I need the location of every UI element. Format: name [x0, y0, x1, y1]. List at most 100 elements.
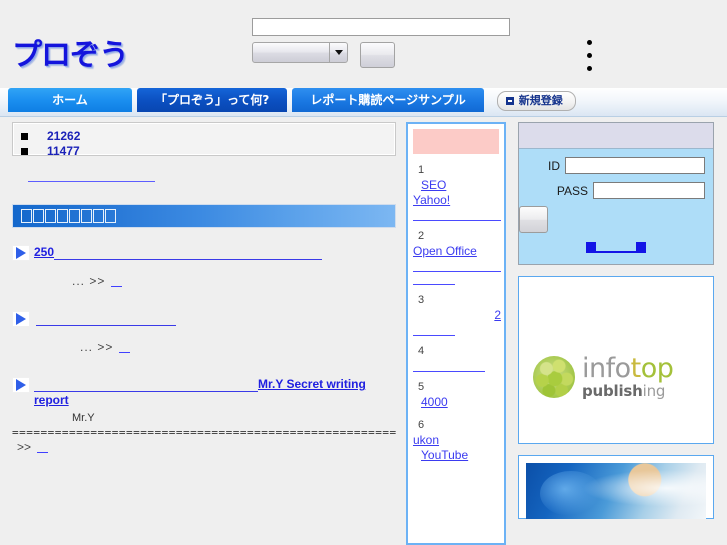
- section-heading-label: [21, 209, 116, 223]
- site-logo: プロぞう: [12, 38, 129, 73]
- signup-button[interactable]: 新規登録: [496, 91, 576, 111]
- report-more: ... >>: [12, 274, 396, 288]
- login-submit-wrap: [519, 206, 713, 233]
- ranking-link-6a[interactable]: ukon: [413, 433, 499, 448]
- login-box: ID PASS: [518, 122, 714, 265]
- stats-box: 21262 11477: [12, 122, 396, 159]
- ranking-link-1b[interactable]: Yahoo!: [413, 193, 499, 208]
- stats-value-1[interactable]: 21262: [47, 129, 80, 143]
- ranking-item: 3 2: [413, 294, 501, 336]
- ranking-number: 1: [418, 164, 425, 176]
- report-more: >>: [12, 440, 396, 454]
- ranking-number: 2: [418, 230, 425, 242]
- stats-item: 21262: [19, 129, 389, 144]
- report-more-link-1[interactable]: [111, 276, 123, 288]
- ranking-link-5a[interactable]: 4000: [413, 395, 499, 410]
- stats-item: 11477: [19, 144, 389, 159]
- report-more-text-3: >>: [17, 440, 32, 454]
- infotop-ing-text: ing: [642, 382, 666, 400]
- search-category-select[interactable]: [252, 42, 348, 63]
- report-more-link-2[interactable]: [119, 342, 131, 354]
- sidebar-column: ID PASS infotop publishing: [518, 122, 714, 519]
- login-helper-link-left[interactable]: [586, 242, 596, 253]
- stats-value-2[interactable]: 11477: [47, 144, 80, 158]
- report-title-link-3-blank[interactable]: [34, 378, 258, 392]
- report-title-link-1[interactable]: 250: [34, 245, 54, 259]
- play-triangle-icon: [12, 311, 30, 327]
- infotop-line-1: infotop: [582, 353, 674, 384]
- ranking-header: [413, 129, 499, 154]
- ranking-link-1c[interactable]: [413, 208, 501, 221]
- report-more: ... >>: [12, 340, 396, 354]
- header-link-item: [586, 49, 628, 62]
- chevron-down-icon: [329, 43, 347, 62]
- report-more-text-1: ... >>: [72, 274, 106, 288]
- ranking-item: 5 4000: [413, 381, 499, 410]
- report-separator: ========================================…: [12, 426, 396, 439]
- search-submit-button[interactable]: [360, 42, 395, 68]
- id-label: ID: [548, 158, 560, 173]
- intro-link[interactable]: [28, 170, 155, 182]
- ranking-item: 2 Open Office: [413, 230, 501, 285]
- login-submit-button[interactable]: [519, 206, 548, 233]
- new-window-icon: [505, 97, 514, 105]
- infotop-sphere-icon: [533, 356, 575, 398]
- password-field[interactable]: [593, 182, 705, 199]
- report-item: ... >>: [12, 310, 396, 354]
- ranking-column: 1 SEO Yahoo! 2 Open Office 3 2 4 5 4000 …: [406, 122, 506, 545]
- login-box-header: [519, 123, 713, 149]
- ranking-number: 6: [418, 419, 425, 431]
- ranking-link-3b[interactable]: [413, 323, 455, 336]
- report-item: Mr.Y Secret writing report Mr.Y ========…: [12, 376, 396, 454]
- ranking-number: 4: [418, 345, 425, 357]
- ranking-link-2c[interactable]: [413, 272, 455, 285]
- nav-tab-list: ホーム 「プロぞう」って何? レポート購読ページサンプル 新規登録: [8, 88, 576, 112]
- ranking-item: 1 SEO Yahoo!: [413, 164, 501, 221]
- ranking-link-2a[interactable]: Open Office: [413, 244, 499, 259]
- tab-report-sample[interactable]: レポート購読ページサンプル: [292, 88, 484, 112]
- infotop-publish-text: publish: [582, 382, 643, 400]
- signup-button-label: 新規登録: [518, 94, 563, 107]
- banner-image: [526, 463, 706, 519]
- play-triangle-icon: [12, 245, 30, 261]
- banner-box[interactable]: [518, 455, 714, 519]
- main-content-column: 21262 11477 250 ... >> ... >> Mr.Y Secre…: [12, 122, 396, 454]
- id-field[interactable]: [565, 157, 705, 174]
- ranking-link-4a[interactable]: [413, 359, 485, 372]
- infotop-t-text: t: [630, 353, 642, 384]
- stats-list: 21262 11477: [19, 129, 389, 159]
- ranking-item: 4: [413, 345, 499, 372]
- login-helper-link-right[interactable]: [636, 242, 646, 253]
- infotop-logo[interactable]: infotop publishing: [533, 353, 674, 400]
- report-title-link-1-rest[interactable]: [54, 246, 323, 260]
- section-heading-bar: [12, 204, 396, 228]
- ranking-link-2b[interactable]: [413, 259, 501, 272]
- ranking-item: 6 ukon YouTube: [413, 419, 499, 463]
- login-pass-row: PASS: [519, 182, 713, 199]
- infotop-op-text: op: [640, 353, 674, 384]
- page-header: プロぞう: [0, 0, 727, 88]
- header-link-item: [586, 36, 628, 49]
- ranking-number: 3: [418, 294, 425, 306]
- login-id-row: ID: [519, 157, 713, 174]
- ranking-link-3a[interactable]: 2: [413, 308, 501, 323]
- play-triangle-icon: [12, 377, 30, 393]
- report-more-link-3[interactable]: [37, 442, 49, 454]
- tab-about[interactable]: 「プロぞう」って何?: [137, 88, 288, 112]
- login-helper-link-mid[interactable]: [596, 242, 636, 253]
- ranking-link-1a[interactable]: SEO: [413, 178, 499, 193]
- header-utility-links: [586, 36, 628, 75]
- report-title-link-2[interactable]: [36, 312, 176, 326]
- tab-home[interactable]: ホーム: [8, 88, 132, 112]
- ranking-link-6b[interactable]: YouTube: [413, 448, 499, 463]
- infotop-info-text: info: [582, 353, 631, 384]
- report-title: Mr.Y Secret writing report: [12, 376, 396, 408]
- report-title: 250: [12, 244, 396, 260]
- ranking-number: 5: [418, 381, 425, 393]
- report-more-text-2: ... >>: [80, 340, 114, 354]
- report-byline: Mr.Y: [72, 412, 95, 424]
- search-area: [252, 18, 510, 68]
- search-input[interactable]: [252, 18, 510, 36]
- main-navigation: ホーム 「プロぞう」って何? レポート購読ページサンプル 新規登録: [0, 88, 727, 117]
- pass-label: PASS: [556, 183, 588, 198]
